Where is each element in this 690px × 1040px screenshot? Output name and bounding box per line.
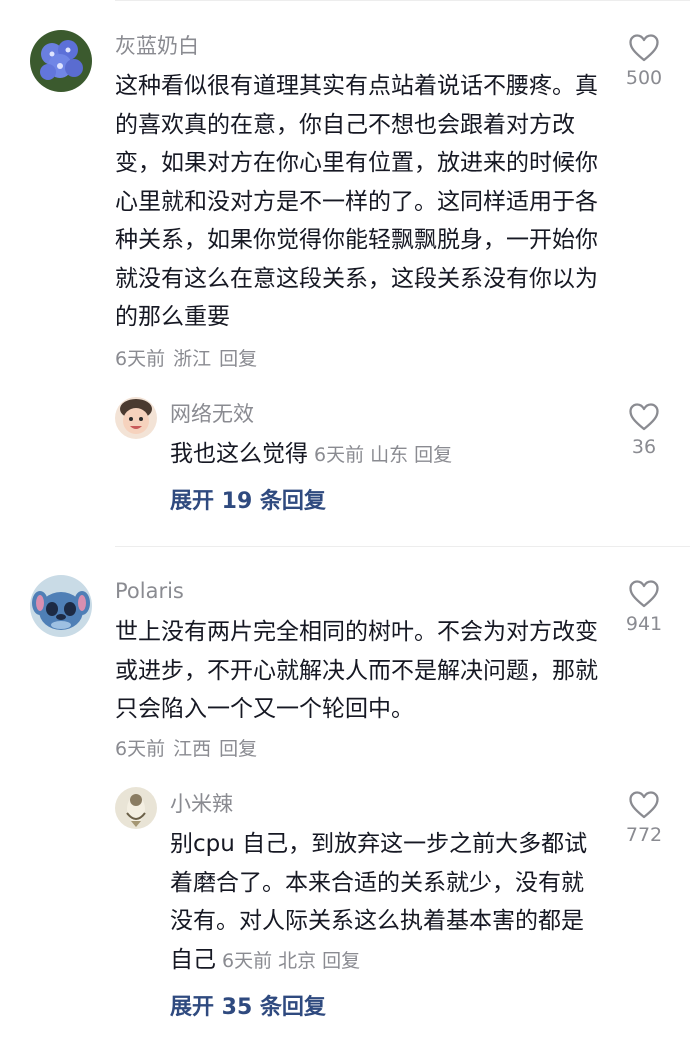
- comment-location: 北京: [278, 949, 317, 972]
- reply-button[interactable]: 回复: [219, 738, 257, 760]
- like-count: 36: [631, 436, 657, 458]
- heart-outline-icon: [629, 403, 659, 431]
- comment-location: 江西: [173, 738, 212, 760]
- heart-outline-icon: [629, 34, 659, 62]
- comment-thread: Polaris 世上没有两片完全相同的树叶。不会为对方改变或进步，不开心就解决人…: [0, 547, 690, 1040]
- avatar[interactable]: [30, 575, 92, 637]
- comment-time: 6天前: [222, 949, 273, 972]
- expand-replies-button[interactable]: 展开 35 条回复: [170, 994, 326, 1022]
- comment-meta: 6天前 江西 回复: [115, 736, 265, 762]
- reply-button[interactable]: 回复: [322, 950, 360, 972]
- reply-text-row[interactable]: 我也这么觉得 6天前 山东 回复: [170, 435, 590, 475]
- comment-text[interactable]: 这种看似很有道理其实有点站着说话不腰疼。真的喜欢真的在意，你自己不想也会跟着对方…: [115, 67, 600, 337]
- comment-meta: 6天前 浙江 回复: [115, 346, 265, 372]
- like-count: 772: [625, 824, 663, 846]
- expand-replies-button[interactable]: 展开 19 条回复: [170, 488, 326, 516]
- reply-button[interactable]: 回复: [414, 444, 452, 466]
- like-button[interactable]: 941: [613, 579, 675, 635]
- comment-location: 浙江: [173, 348, 212, 370]
- comment-location: 山东: [370, 444, 409, 466]
- comment-time: 6天前: [115, 738, 166, 760]
- comment-thread: 灰蓝奶白 这种看似很有道理其实有点站着说话不腰疼。真的喜欢真的在意，你自己不想也…: [0, 0, 690, 545]
- comment-meta: 6天前 北京 回复: [222, 950, 366, 972]
- username[interactable]: 网络无效: [170, 401, 254, 427]
- like-count: 941: [625, 613, 663, 635]
- heart-outline-icon: [629, 791, 659, 819]
- username[interactable]: Polaris: [115, 578, 184, 604]
- avatar[interactable]: [115, 787, 157, 829]
- reply-text-row[interactable]: 别cpu 自己，到放弃这一步之前大多都试着磨合了。本来合适的关系就少，没有就没有…: [170, 825, 590, 980]
- like-button[interactable]: 772: [613, 790, 675, 846]
- username[interactable]: 灰蓝奶白: [115, 33, 199, 59]
- avatar[interactable]: [115, 397, 157, 439]
- avatar[interactable]: [30, 30, 92, 92]
- comment-time: 6天前: [115, 348, 166, 370]
- comment-text: 我也这么觉得: [170, 441, 308, 467]
- username[interactable]: 小米辣: [170, 791, 233, 817]
- like-button[interactable]: 36: [613, 402, 675, 458]
- comment-text[interactable]: 世上没有两片完全相同的树叶。不会为对方改变或进步，不开心就解决人而不是解决问题，…: [115, 613, 600, 729]
- comment-time: 6天前: [314, 444, 365, 466]
- comment-meta: 6天前 山东 回复: [314, 444, 458, 466]
- heart-outline-icon: [629, 580, 659, 608]
- like-count: 500: [625, 67, 663, 89]
- like-button[interactable]: 500: [613, 33, 675, 89]
- reply-button[interactable]: 回复: [219, 348, 257, 370]
